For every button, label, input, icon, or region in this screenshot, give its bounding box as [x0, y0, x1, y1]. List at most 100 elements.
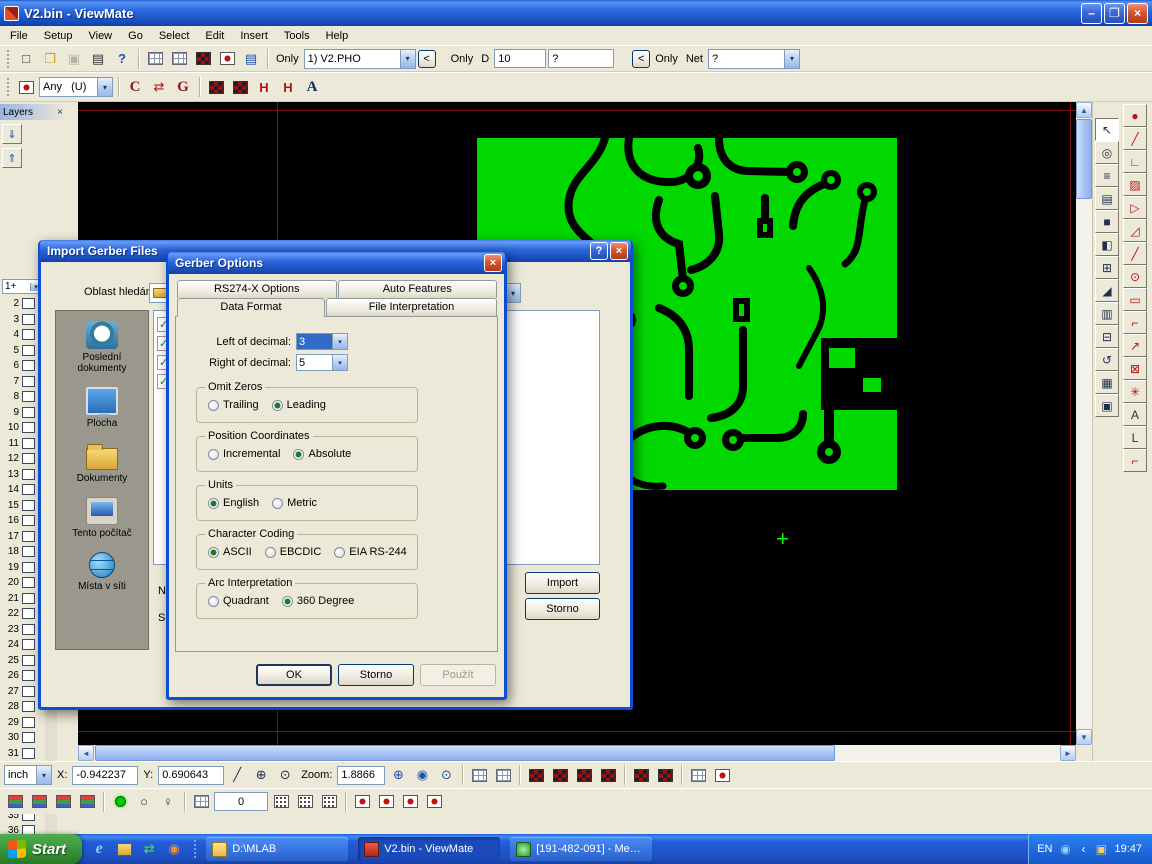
- new-file-icon[interactable]: □: [15, 48, 37, 70]
- cancel-button[interactable]: Storno: [338, 664, 414, 686]
- layer-swatch[interactable]: [22, 298, 35, 309]
- zoom-select-icon[interactable]: ◉: [411, 764, 433, 786]
- grid-value-field[interactable]: 0: [214, 792, 268, 811]
- dropdown-arrow-icon[interactable]: ▾: [784, 50, 799, 68]
- close-button[interactable]: ×: [1127, 3, 1148, 24]
- start-button[interactable]: Start: [0, 834, 82, 864]
- layer-row-30[interactable]: 30: [2, 730, 44, 746]
- probe2-icon[interactable]: ♀: [157, 791, 179, 813]
- flash-tool-icon[interactable]: ▷: [1123, 196, 1147, 219]
- layer-row-29[interactable]: 29: [2, 715, 44, 731]
- radio-ebcdic[interactable]: EBCDIC: [265, 546, 322, 558]
- menu-go[interactable]: Go: [120, 28, 151, 44]
- layer-down-button[interactable]: ⇓: [2, 124, 22, 144]
- radio-incremental[interactable]: Incremental: [208, 448, 280, 460]
- layer-swatch[interactable]: [22, 732, 35, 743]
- rotate-icon[interactable]: ◢: [1095, 279, 1119, 302]
- net-select-combo[interactable]: ? ▾: [708, 49, 800, 69]
- film-box-icon[interactable]: [192, 48, 214, 70]
- pad-filter-5-icon[interactable]: [630, 764, 652, 786]
- mirror-icon[interactable]: ◧: [1095, 233, 1119, 256]
- scroll-right-icon[interactable]: ►: [1060, 745, 1076, 761]
- dot-grid-2-icon[interactable]: [294, 791, 316, 813]
- zigzag-tool-icon[interactable]: ↗: [1123, 334, 1147, 357]
- save-icon[interactable]: ▣: [63, 48, 85, 70]
- layer-swatch[interactable]: [22, 655, 35, 666]
- gerber-dialog-titlebar[interactable]: Gerber Options ×: [168, 252, 505, 274]
- context-help-icon[interactable]: ?: [111, 48, 133, 70]
- layer-stack-3-icon[interactable]: [52, 791, 74, 813]
- cut-tool-icon[interactable]: ⊠: [1123, 357, 1147, 380]
- layer-swatch[interactable]: [22, 701, 35, 712]
- pad-filter-2-icon[interactable]: [549, 764, 571, 786]
- layer-row-31[interactable]: 31: [2, 746, 44, 762]
- restore-button[interactable]: ❐: [1104, 3, 1125, 24]
- menu-view[interactable]: View: [80, 28, 120, 44]
- menu-insert[interactable]: Insert: [232, 28, 276, 44]
- left-of-decimal-combo[interactable]: 3 ▾: [296, 333, 348, 350]
- goto-icon[interactable]: G: [172, 76, 194, 98]
- scroll-up-icon[interactable]: ▲: [1076, 102, 1092, 118]
- hscroll-thumb[interactable]: [95, 745, 835, 761]
- place-documents[interactable]: Dokumenty: [58, 442, 146, 484]
- place-network[interactable]: Místa v síti: [58, 552, 146, 592]
- layer-swatch[interactable]: [22, 717, 35, 728]
- menu-setup[interactable]: Setup: [36, 28, 81, 44]
- red-dot-2-icon[interactable]: [375, 791, 397, 813]
- place-desktop[interactable]: Plocha: [58, 387, 146, 429]
- import-cancel-button[interactable]: Storno: [525, 598, 600, 620]
- vscroll-thumb[interactable]: [1076, 119, 1092, 199]
- text-mode-icon[interactable]: A: [301, 76, 323, 98]
- layers-panel-header[interactable]: Layers ×: [0, 104, 66, 120]
- layer-swatch[interactable]: [22, 639, 35, 650]
- dot-grid-1-icon[interactable]: [270, 791, 292, 813]
- rectangle-tool-icon[interactable]: ▭: [1123, 288, 1147, 311]
- import-button[interactable]: Import: [525, 572, 600, 594]
- dropdown-arrow-icon[interactable]: ▾: [97, 78, 112, 96]
- layer-swatch[interactable]: [22, 670, 35, 681]
- layer-swatch[interactable]: [22, 515, 35, 526]
- dialog-help-button[interactable]: ?: [590, 242, 608, 260]
- place-computer[interactable]: Tento počítač: [58, 497, 146, 539]
- block-select-icon[interactable]: ■: [1095, 210, 1119, 233]
- radio-trailing[interactable]: Trailing: [208, 399, 259, 411]
- pad-filter-3-icon[interactable]: [573, 764, 595, 786]
- menu-tools[interactable]: Tools: [276, 28, 318, 44]
- layer-swatch[interactable]: [22, 422, 35, 433]
- dialog-close-button[interactable]: ×: [610, 242, 628, 260]
- datum-point-icon[interactable]: ⊙: [274, 764, 296, 786]
- x-coordinate-field[interactable]: -0.942237: [72, 766, 138, 785]
- radio-absolute[interactable]: Absolute: [293, 448, 351, 460]
- layer-swatch[interactable]: [22, 391, 35, 402]
- refresh-quicklaunch-icon[interactable]: ⇄: [138, 838, 160, 860]
- tab-file-interpretation[interactable]: File Interpretation: [326, 298, 497, 316]
- tray-app-icon[interactable]: ▣: [1093, 841, 1109, 857]
- prev-net-button[interactable]: <: [632, 50, 650, 68]
- line-tool-icon[interactable]: ╱: [1123, 127, 1147, 150]
- radio-ascii[interactable]: ASCII: [208, 546, 252, 558]
- prev-layer-button[interactable]: <: [418, 50, 436, 68]
- star-tool-icon[interactable]: ✳: [1123, 380, 1147, 403]
- array-icon[interactable]: ▥: [1095, 302, 1119, 325]
- radio-eia-rs-244[interactable]: EIA RS-244: [334, 546, 406, 558]
- menu-help[interactable]: Help: [318, 28, 357, 44]
- layer-stack-4-icon[interactable]: [76, 791, 98, 813]
- l-text-tool-icon[interactable]: L: [1123, 426, 1147, 449]
- pattern-fill-icon[interactable]: [229, 76, 251, 98]
- aperture-table-icon[interactable]: [168, 48, 190, 70]
- layer-swatch[interactable]: [22, 376, 35, 387]
- pad-filter-4-icon[interactable]: [597, 764, 619, 786]
- layer-swatch[interactable]: [22, 438, 35, 449]
- trace-filter-3-icon[interactable]: [711, 764, 733, 786]
- scroll-left-icon[interactable]: ◄: [78, 745, 94, 761]
- layer-swatch[interactable]: [22, 360, 35, 371]
- layer-swatch[interactable]: [22, 469, 35, 480]
- taskbar-task-d-mlab[interactable]: D:\MLAB: [206, 837, 348, 861]
- zoom-in-icon[interactable]: ⊕: [387, 764, 409, 786]
- layer-stack-2-icon[interactable]: [28, 791, 50, 813]
- taskbar-task-v2-bin-viewmate[interactable]: V2.bin - ViewMate: [358, 837, 500, 861]
- polyline-tool-icon[interactable]: ∟: [1123, 150, 1147, 173]
- radio-quadrant[interactable]: Quadrant: [208, 595, 269, 607]
- filter-combo[interactable]: Any (U) ▾: [39, 77, 113, 97]
- layer-swatch[interactable]: [22, 484, 35, 495]
